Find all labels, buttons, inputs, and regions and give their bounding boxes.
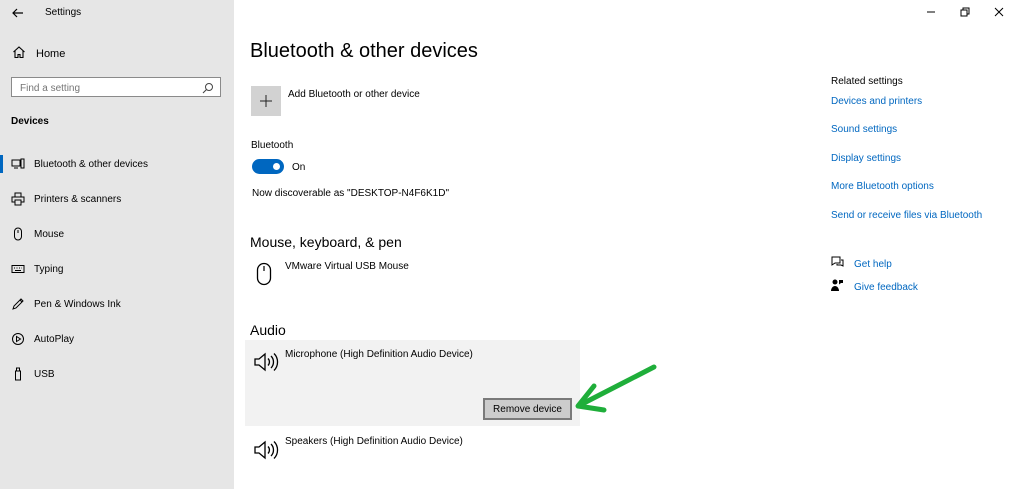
link-display-settings[interactable]: Display settings	[831, 153, 901, 164]
discoverable-text: Now discoverable as "DESKTOP-N4F6K1D"	[252, 188, 449, 199]
speaker-icon	[253, 439, 279, 466]
keyboard-icon	[10, 261, 26, 277]
bluetooth-toggle[interactable]	[252, 159, 284, 174]
sidebar-item-label: Printers & scanners	[34, 193, 122, 205]
home-icon	[12, 45, 26, 64]
remove-device-button[interactable]: Remove device	[483, 398, 572, 420]
sidebar-item-bluetooth[interactable]: Bluetooth & other devices	[0, 152, 234, 176]
mouse-device-name[interactable]: VMware Virtual USB Mouse	[285, 261, 409, 272]
active-indicator	[0, 155, 3, 173]
bluetooth-devices-icon	[10, 156, 26, 172]
page-title: Bluetooth & other devices	[250, 40, 478, 62]
give-feedback-label: Give feedback	[854, 281, 918, 293]
usb-icon	[10, 366, 26, 382]
mouse-device-icon	[256, 262, 272, 291]
sidebar-item-mouse[interactable]: Mouse	[0, 222, 234, 246]
close-icon	[994, 7, 1004, 17]
add-device-button[interactable]	[251, 86, 281, 116]
link-devices-printers[interactable]: Devices and printers	[831, 96, 922, 107]
sidebar-item-typing[interactable]: Typing	[0, 257, 234, 281]
add-device-label[interactable]: Add Bluetooth or other device	[288, 89, 420, 100]
link-more-bluetooth[interactable]: More Bluetooth options	[831, 181, 934, 192]
restore-icon	[960, 7, 970, 17]
mouse-icon	[10, 226, 26, 242]
speaker-icon	[253, 351, 279, 378]
plus-icon	[260, 95, 272, 107]
search-icon[interactable]	[202, 81, 214, 99]
sidebar-item-label: Bluetooth & other devices	[34, 158, 148, 170]
restore-button[interactable]	[948, 4, 982, 20]
back-arrow-icon[interactable]	[10, 5, 26, 21]
sidebar-item-printers[interactable]: Printers & scanners	[0, 187, 234, 211]
bluetooth-label: Bluetooth	[251, 140, 294, 151]
home-nav-item[interactable]: Home	[12, 45, 66, 64]
close-button[interactable]	[982, 4, 1016, 20]
feedback-icon	[830, 278, 844, 297]
autoplay-icon	[10, 331, 26, 347]
sidebar-item-autoplay[interactable]: AutoPlay	[0, 327, 234, 351]
link-sound-settings[interactable]: Sound settings	[831, 124, 897, 135]
sidebar-item-label: Typing	[34, 263, 64, 275]
toggle-knob	[273, 163, 280, 170]
printer-icon	[10, 191, 26, 207]
sidebar-item-label: Mouse	[34, 228, 65, 240]
annotation-arrow-icon	[572, 362, 662, 419]
pen-icon	[10, 296, 26, 312]
section-label: Devices	[11, 116, 49, 127]
sidebar: Settings Home Devices Bluetooth & other …	[0, 0, 234, 489]
get-help-label: Get help	[854, 258, 892, 270]
give-feedback-link[interactable]: Give feedback	[830, 279, 918, 295]
search-box[interactable]	[11, 77, 221, 99]
minimize-button[interactable]	[914, 4, 948, 20]
minimize-icon	[927, 11, 935, 13]
sidebar-item-label: USB	[34, 368, 55, 380]
toggle-state-label: On	[292, 162, 306, 173]
related-settings-heading: Related settings	[831, 76, 903, 87]
get-help-link[interactable]: Get help	[830, 256, 892, 272]
link-send-receive-files[interactable]: Send or receive files via Bluetooth	[831, 210, 982, 221]
search-input[interactable]	[12, 79, 200, 98]
audio-section-heading: Audio	[250, 322, 286, 338]
window-controls	[914, 4, 1016, 20]
help-chat-icon	[830, 255, 844, 274]
sidebar-item-label: Pen & Windows Ink	[34, 298, 121, 310]
home-label: Home	[36, 48, 66, 60]
app-title: Settings	[45, 7, 82, 18]
sidebar-item-label: AutoPlay	[34, 333, 75, 345]
speakers-device-name[interactable]: Speakers (High Definition Audio Device)	[285, 436, 463, 447]
sidebar-item-pen[interactable]: Pen & Windows Ink	[0, 292, 234, 316]
mouse-section-heading: Mouse, keyboard, & pen	[250, 234, 402, 250]
microphone-device-name[interactable]: Microphone (High Definition Audio Device…	[285, 349, 473, 360]
sidebar-item-usb[interactable]: USB	[0, 362, 234, 386]
